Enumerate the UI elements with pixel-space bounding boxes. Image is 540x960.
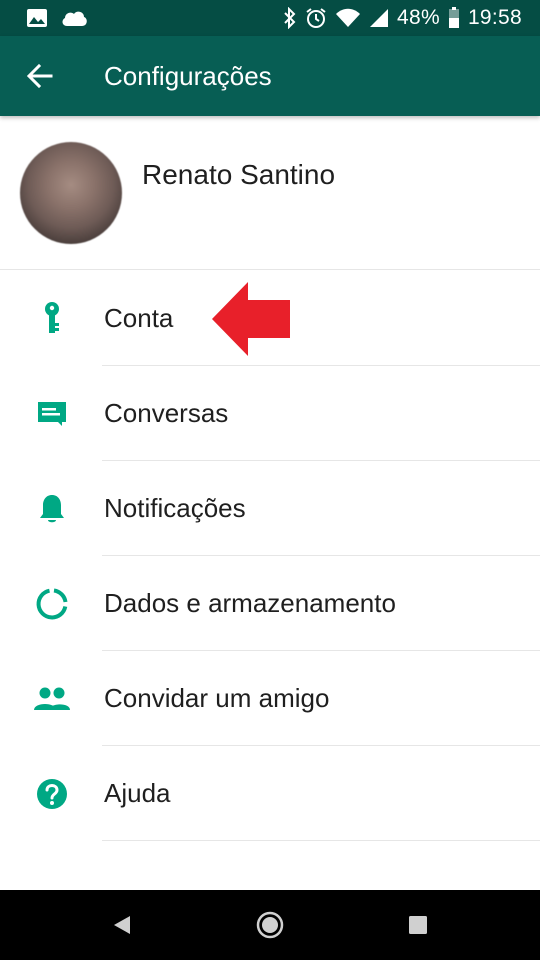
- chat-icon: [0, 400, 104, 428]
- settings-item-label: Conta: [104, 303, 174, 333]
- status-left: [26, 8, 88, 28]
- status-right: 48% 19:58: [283, 6, 522, 30]
- settings-item-label: Notificações: [104, 493, 246, 523]
- key-icon: [0, 301, 104, 337]
- image-icon: [27, 9, 47, 27]
- settings-item-label: Convidar um amigo: [104, 683, 330, 713]
- app-bar: Configurações: [0, 36, 540, 116]
- settings-item-ajuda[interactable]: Ajuda: [0, 746, 540, 841]
- people-icon: [0, 686, 104, 712]
- bluetooth-icon: [284, 7, 296, 29]
- cloud-icon: [62, 11, 87, 26]
- bell-icon: [0, 493, 104, 525]
- settings-item-label: Ajuda: [104, 778, 171, 808]
- help-icon: [0, 778, 104, 810]
- nav-recents-button[interactable]: [378, 890, 458, 960]
- status-bar: 48% 19:58: [0, 0, 540, 36]
- settings-item-convidar[interactable]: Convidar um amigo: [0, 651, 540, 746]
- settings-item-conversas[interactable]: Conversas: [0, 366, 540, 461]
- nav-home-button[interactable]: [230, 890, 310, 960]
- battery-percent: 48%: [397, 6, 440, 29]
- profile-row[interactable]: Renato Santino: [0, 116, 540, 270]
- arrow-back-icon: [27, 63, 53, 89]
- back-button[interactable]: [0, 36, 80, 116]
- red-arrow-annotation: [212, 282, 290, 356]
- settings-item-notificacoes[interactable]: Notificações: [0, 461, 540, 556]
- back-nav-icon: [114, 916, 130, 934]
- status-time: 19:58: [467, 6, 522, 29]
- profile-name: Renato Santino: [142, 158, 336, 190]
- battery-icon: [448, 7, 459, 28]
- data-usage-icon: [0, 588, 104, 620]
- settings-item-label: Dados e armazenamento: [104, 588, 396, 618]
- alarm-icon: [306, 8, 326, 28]
- avatar[interactable]: [20, 141, 122, 244]
- settings-item-dados-armazenamento[interactable]: Dados e armazenamento: [0, 556, 540, 651]
- navigation-bar: [0, 890, 540, 960]
- recents-nav-icon: [409, 916, 427, 934]
- signal-icon: [370, 9, 388, 27]
- wifi-icon: [336, 8, 360, 27]
- page-title: Configurações: [104, 60, 272, 91]
- nav-back-button[interactable]: [82, 890, 162, 960]
- settings-item-label: Conversas: [104, 398, 229, 428]
- home-nav-icon: [256, 911, 284, 939]
